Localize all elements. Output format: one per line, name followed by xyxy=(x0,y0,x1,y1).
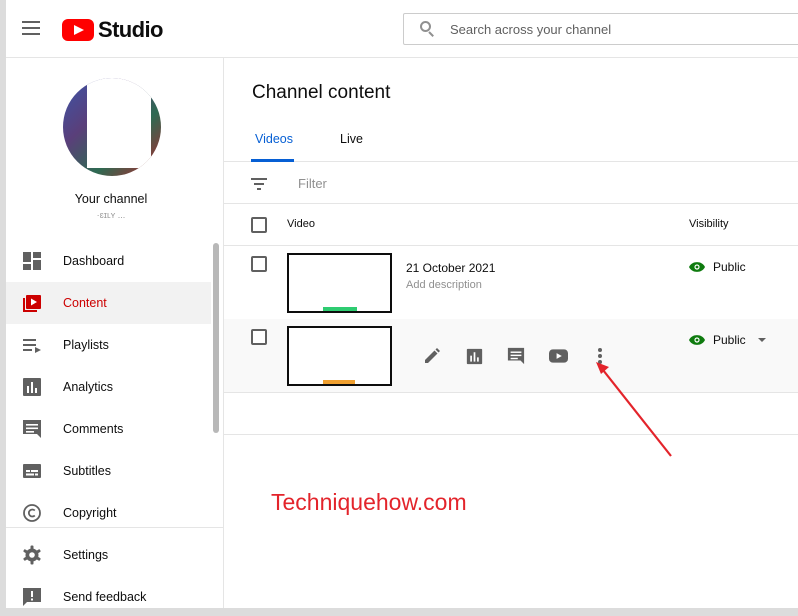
video-date: 21 October 2021 xyxy=(406,261,496,275)
analytics-button[interactable] xyxy=(453,345,495,367)
sidebar-item-comments[interactable]: Comments xyxy=(6,408,211,450)
sidebar-scrollbar[interactable] xyxy=(213,243,219,433)
sidebar-item-label: Settings xyxy=(63,548,109,562)
copyright-icon xyxy=(23,504,41,522)
tab-live[interactable]: Live xyxy=(340,132,363,146)
filter-input[interactable]: Filter xyxy=(298,176,327,191)
visibility-dropdown[interactable]: Public xyxy=(689,333,766,347)
eye-icon xyxy=(689,262,705,272)
gear-icon xyxy=(23,545,41,565)
table-row-empty xyxy=(224,392,798,435)
row-checkbox[interactable] xyxy=(251,256,267,272)
row-checkbox[interactable] xyxy=(251,329,267,345)
analytics-icon xyxy=(23,378,41,396)
top-header: Studio xyxy=(6,0,798,58)
options-button[interactable] xyxy=(579,345,621,367)
sidebar-item-dashboard[interactable]: Dashboard xyxy=(6,240,211,282)
analytics-icon xyxy=(466,348,482,364)
playlists-icon xyxy=(23,339,41,353)
comments-button[interactable] xyxy=(495,345,537,367)
sidebar-item-subtitles[interactable]: Subtitles xyxy=(6,450,211,492)
content-icon xyxy=(23,295,41,312)
visibility-label: Public xyxy=(713,333,746,347)
sidebar-item-label: Content xyxy=(63,296,107,310)
sidebar-item-label: Send feedback xyxy=(63,590,147,604)
youtube-logo-icon xyxy=(62,19,94,41)
sidebar: Your channel ·ɛɪʟʏ ... Dashboard Content… xyxy=(6,58,224,608)
filter-icon[interactable] xyxy=(251,178,267,190)
thumbnail-progress-bar xyxy=(323,380,355,384)
sidebar-item-label: Copyright xyxy=(63,506,117,520)
logo-text: Studio xyxy=(98,17,163,42)
thumbnail-progress-bar xyxy=(323,307,357,311)
eye-icon xyxy=(689,335,705,345)
sidebar-item-analytics[interactable]: Analytics xyxy=(6,366,211,408)
table-header: Video Visibility xyxy=(224,204,798,246)
youtube-icon xyxy=(548,349,568,363)
filter-bar[interactable]: Filter xyxy=(224,162,798,204)
pencil-icon xyxy=(425,348,440,363)
sidebar-bottom-nav: Settings Send feedback xyxy=(6,534,211,608)
subtitles-icon xyxy=(23,464,41,478)
select-all-checkbox[interactable] xyxy=(251,217,267,233)
sidebar-item-settings[interactable]: Settings xyxy=(6,534,211,576)
sidebar-item-label: Comments xyxy=(63,422,124,436)
page-title: Channel content xyxy=(252,82,391,103)
comments-icon xyxy=(23,420,41,438)
edit-button[interactable] xyxy=(411,345,453,367)
studio-logo[interactable]: Studio xyxy=(62,17,163,43)
search-input[interactable] xyxy=(450,21,780,37)
search-icon xyxy=(414,14,450,44)
sidebar-item-content[interactable]: Content xyxy=(6,282,211,324)
sidebar-item-label: Subtitles xyxy=(63,464,111,478)
menu-icon[interactable] xyxy=(22,21,40,35)
column-header-visibility: Visibility xyxy=(689,218,729,230)
chevron-down-icon xyxy=(757,338,766,342)
watermark-text: Techniquehow.com xyxy=(271,489,467,515)
main-content: Channel content Videos Live Filter Video… xyxy=(224,58,798,608)
row-actions xyxy=(411,345,621,367)
tab-videos[interactable]: Videos xyxy=(255,132,293,146)
table-row[interactable]: 21 October 2021 Add description Public xyxy=(224,246,798,320)
sidebar-item-label: Playlists xyxy=(63,338,109,352)
video-description[interactable]: Add description xyxy=(406,279,482,291)
channel-label: Your channel xyxy=(74,192,148,206)
view-on-youtube-button[interactable] xyxy=(537,345,579,367)
sidebar-item-label: Analytics xyxy=(63,380,114,394)
comments-icon xyxy=(507,347,525,365)
search-box[interactable] xyxy=(403,13,798,45)
sidebar-item-label: Dashboard xyxy=(63,254,125,268)
visibility-status[interactable]: Public xyxy=(689,260,746,274)
video-thumbnail[interactable] xyxy=(287,326,392,386)
visibility-label: Public xyxy=(713,260,746,274)
column-header-video: Video xyxy=(287,218,315,230)
table-row[interactable]: Public xyxy=(224,319,798,393)
sidebar-item-send-feedback[interactable]: Send feedback xyxy=(6,576,211,608)
dashboard-icon xyxy=(23,252,41,270)
feedback-icon xyxy=(23,588,41,606)
content-tabs: Videos Live xyxy=(224,118,798,162)
studio-window: Studio Your channel ·ɛɪʟʏ ... Dashboard … xyxy=(6,0,798,608)
video-thumbnail[interactable] xyxy=(287,253,392,313)
more-vert-icon xyxy=(598,348,602,364)
sidebar-divider xyxy=(6,527,224,528)
sidebar-nav: Dashboard Content Playlists Analytics Co… xyxy=(6,240,211,534)
channel-name: ·ɛɪʟʏ ... xyxy=(96,210,126,218)
channel-avatar[interactable] xyxy=(63,78,161,176)
sidebar-item-playlists[interactable]: Playlists xyxy=(6,324,211,366)
